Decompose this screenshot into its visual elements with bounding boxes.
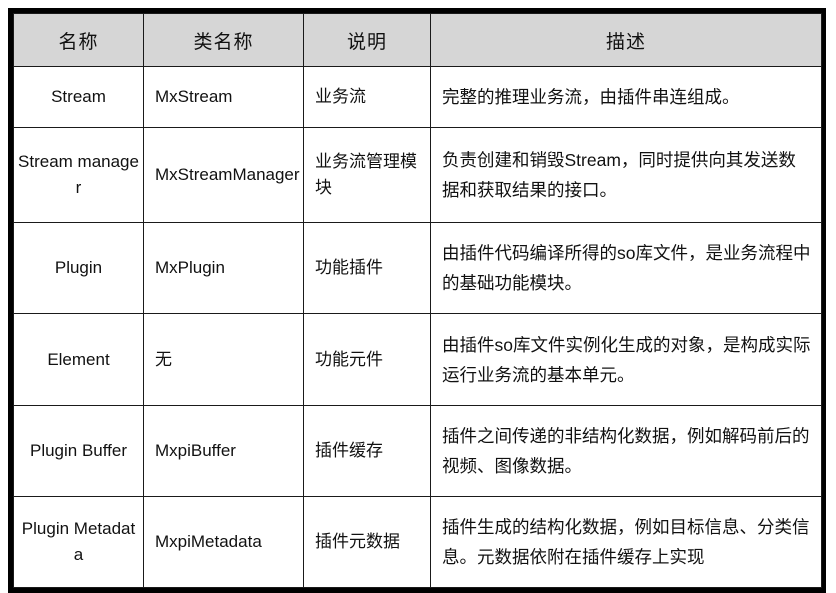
cell-summary: 功能插件 [303, 222, 431, 314]
cell-name: Plugin Metadata [13, 496, 144, 588]
cell-description: 插件之间传递的非结构化数据，例如解码前后的视频、图像数据。 [430, 405, 822, 497]
cell-description: 由插件代码编译所得的so库文件，是业务流程中的基础功能模块。 [430, 222, 822, 314]
column-header-summary: 说明 [303, 13, 431, 67]
cell-summary: 业务流 [303, 66, 431, 128]
cell-description: 插件生成的结构化数据，例如目标信息、分类信息。元数据依附在插件缓存上实现 [430, 496, 822, 588]
table-row: Stream MxStream 业务流 完整的推理业务流，由插件串连组成。 [13, 66, 822, 128]
cell-description: 完整的推理业务流，由插件串连组成。 [430, 66, 822, 128]
cell-summary: 插件缓存 [303, 405, 431, 497]
table-header-row: 名称 类名称 说明 描述 [13, 13, 822, 67]
cell-class-name: MxStream [143, 66, 304, 128]
spec-table-container: 名称 类名称 说明 描述 Stream MxStream 业务流 完整的推理业务… [8, 8, 826, 593]
cell-summary: 业务流管理模块 [303, 127, 431, 223]
cell-class-name: 无 [143, 313, 304, 406]
table-row: Plugin Buffer MxpiBuffer 插件缓存 插件之间传递的非结构… [13, 405, 822, 497]
cell-class-name: MxpiMetadata [143, 496, 304, 588]
component-definition-table: 名称 类名称 说明 描述 Stream MxStream 业务流 完整的推理业务… [13, 13, 822, 588]
table-header: 名称 类名称 说明 描述 [13, 13, 822, 67]
cell-name: Plugin [13, 222, 144, 314]
cell-description: 由插件so库文件实例化生成的对象，是构成实际运行业务流的基本单元。 [430, 313, 822, 406]
column-header-class-name: 类名称 [143, 13, 304, 67]
table-body: Stream MxStream 业务流 完整的推理业务流，由插件串连组成。 St… [13, 66, 822, 588]
table-row: Element 无 功能元件 由插件so库文件实例化生成的对象，是构成实际运行业… [13, 313, 822, 406]
cell-class-name: MxStreamManager [143, 127, 304, 223]
cell-class-name: MxPlugin [143, 222, 304, 314]
column-header-description: 描述 [430, 13, 822, 67]
cell-summary: 插件元数据 [303, 496, 431, 588]
cell-description: 负责创建和销毁Stream，同时提供向其发送数据和获取结果的接口。 [430, 127, 822, 223]
cell-class-name: MxpiBuffer [143, 405, 304, 497]
cell-name: Plugin Buffer [13, 405, 144, 497]
table-row: Plugin Metadata MxpiMetadata 插件元数据 插件生成的… [13, 496, 822, 588]
cell-summary: 功能元件 [303, 313, 431, 406]
cell-name: Element [13, 313, 144, 406]
cell-name: Stream manager [13, 127, 144, 223]
table-row: Stream manager MxStreamManager 业务流管理模块 负… [13, 127, 822, 223]
cell-name: Stream [13, 66, 144, 128]
column-header-name: 名称 [13, 13, 144, 67]
table-row: Plugin MxPlugin 功能插件 由插件代码编译所得的so库文件，是业务… [13, 222, 822, 314]
